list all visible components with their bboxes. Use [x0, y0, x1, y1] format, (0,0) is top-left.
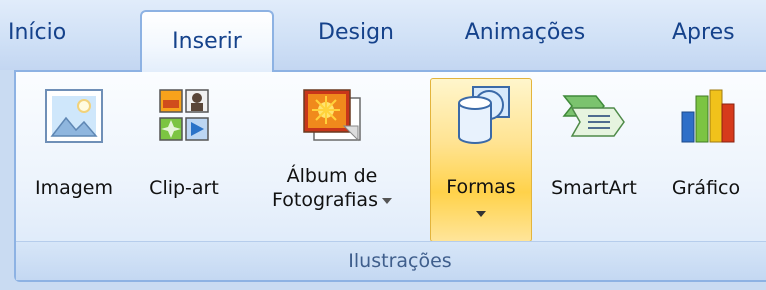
chart-button[interactable]: Gráfico [656, 80, 756, 240]
tab-design[interactable]: Design [296, 0, 416, 70]
photo-album-label: Álbum de Fotografias [272, 164, 392, 212]
shapes-button[interactable]: Formas [430, 78, 532, 242]
tab-inicio[interactable]: Início [0, 0, 138, 70]
shapes-dropdown[interactable] [476, 203, 486, 222]
clip-art-icon [152, 84, 216, 148]
illustrations-group: Imagem Clip-art Álbum de Fotografias For… [14, 70, 766, 282]
clip-art-button[interactable]: Clip-art [132, 80, 236, 240]
shapes-icon [449, 83, 513, 147]
chevron-down-icon [476, 210, 486, 217]
photo-album-icon [300, 84, 364, 148]
smartart-icon [562, 84, 626, 148]
tab-inserir[interactable]: Inserir [140, 10, 274, 72]
shapes-label: Formas [446, 176, 516, 198]
smartart-button[interactable]: SmartArt [538, 80, 650, 240]
tab-apresentacao[interactable]: Apres [672, 0, 766, 70]
ribbon-panel: Imagem Clip-art Álbum de Fotografias For… [0, 70, 766, 290]
picture-label: Imagem [34, 177, 113, 199]
chevron-down-icon [381, 197, 392, 204]
chart-icon [674, 84, 738, 148]
smartart-label: SmartArt [551, 177, 637, 199]
clip-art-label: Clip-art [149, 177, 219, 199]
ribbon-tab-bar: Início Inserir Design Animações Apres [0, 0, 766, 72]
picture-icon [42, 84, 106, 148]
picture-button[interactable]: Imagem [22, 80, 126, 240]
chart-label: Gráfico [671, 177, 741, 199]
photo-album-label-line2-row: Fotografias [272, 188, 392, 212]
tab-animacoes[interactable]: Animações [440, 0, 610, 70]
photo-album-label-line1: Álbum de [286, 165, 378, 187]
group-label: Ilustrações [16, 241, 766, 280]
photo-album-button[interactable]: Álbum de Fotografias [252, 80, 412, 240]
photo-album-label-line2: Fotografias [272, 189, 378, 211]
